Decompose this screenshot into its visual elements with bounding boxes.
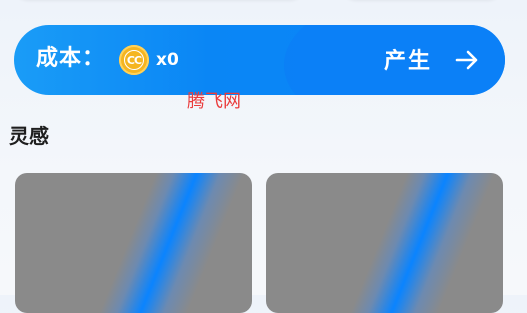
watermark: 腾飞网	[187, 91, 241, 112]
cost-bar: 成本： CC x0 产生	[14, 25, 505, 95]
coin-count: x0	[156, 50, 179, 70]
inspiration-card[interactable]	[15, 173, 252, 313]
coin-icon: CC	[119, 45, 149, 75]
inspiration-card[interactable]	[266, 173, 503, 313]
coin-icon-text: CC	[124, 50, 144, 70]
arrow-right-icon	[455, 50, 478, 70]
section-title: 灵感	[9, 124, 49, 148]
generate-label: 产生	[384, 49, 433, 74]
cost-label: 成本：	[36, 46, 106, 71]
generate-button[interactable]: 产生	[374, 37, 494, 81]
